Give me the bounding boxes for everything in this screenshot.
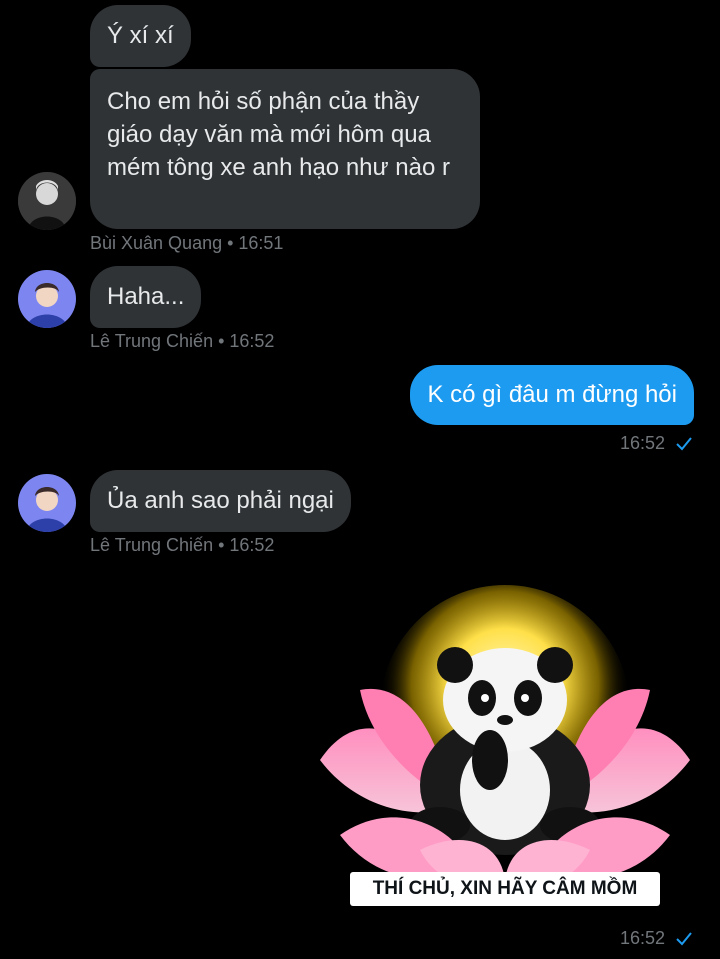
avatar-image [18,172,76,230]
time-label: 16:52 [619,928,665,948]
message-text: K có gì đâu m đừng hỏi [427,381,677,408]
time-label: 16:52 [619,433,665,453]
message-bubble-incoming[interactable]: Ý xí xí [90,5,191,67]
message-meta: Lê Trung Chiến • 16:52 [90,331,275,351]
avatar-bui-xuan-quang[interactable] [18,172,76,230]
sticker-caption: THÍ CHỦ, XIN HÃY CÂM MỒM [350,872,660,906]
message-text: Ủa anh sao phải ngại [107,487,334,514]
message-meta: Bùi Xuân Quang • 16:51 [90,233,284,253]
message-text: Ý xí xí [107,22,174,49]
message-bubble-incoming[interactable]: Ủa anh sao phải ngại [90,470,351,532]
check-icon [676,437,692,451]
message-text: Cho em hỏi số phận của thầy giáo dạy văn… [107,88,450,181]
message-time: 16:52 [620,432,692,454]
message-text: Haha... [107,283,185,310]
message-bubble-outgoing[interactable]: K có gì đâu m đừng hỏi [410,365,694,425]
avatar-le-trung-chien[interactable] [18,270,76,328]
dm-conversation: Ý xí xí Cho em hỏi số phận của thầy giáo… [0,0,720,959]
check-icon [676,932,692,946]
panda-lotus-sticker[interactable] [300,580,710,920]
avatar-image [18,474,76,532]
message-time: 16:52 [620,927,692,949]
message-bubble-incoming[interactable]: Cho em hỏi số phận của thầy giáo dạy văn… [90,69,480,229]
message-meta: Lê Trung Chiến • 16:52 [90,535,275,555]
sticker-image [320,585,690,886]
avatar-le-trung-chien[interactable] [18,474,76,532]
message-bubble-incoming[interactable]: Haha... [90,266,202,328]
avatar-image [18,270,76,328]
